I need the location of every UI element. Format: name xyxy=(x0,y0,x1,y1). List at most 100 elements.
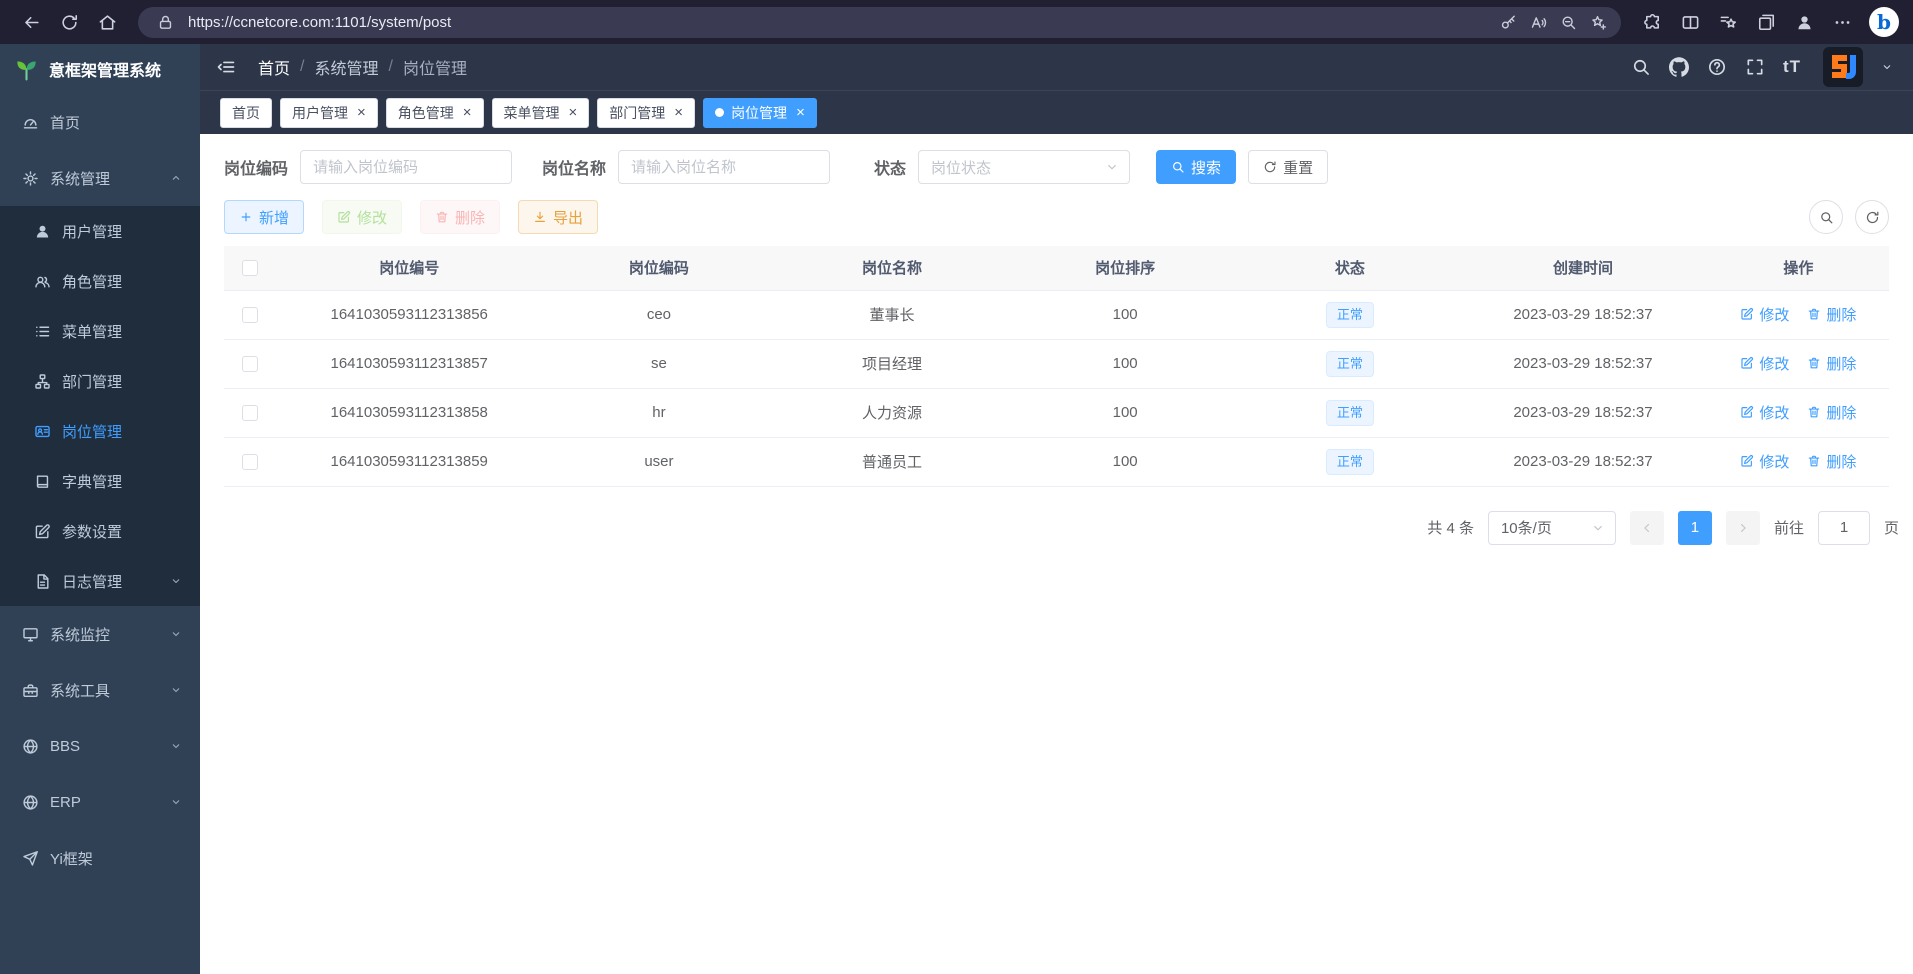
collections-icon[interactable] xyxy=(1749,5,1783,39)
row-checkbox[interactable] xyxy=(242,454,258,470)
bing-icon[interactable]: b xyxy=(1869,7,1899,37)
split-screen-icon[interactable] xyxy=(1673,5,1707,39)
sidebar-item-menu-management[interactable]: 菜单管理 xyxy=(0,306,200,356)
delete-button[interactable]: 删除 xyxy=(420,200,500,234)
operations-cell: 修改删除 xyxy=(1708,290,1889,339)
tab-close-icon[interactable]: × xyxy=(569,105,578,120)
fullscreen-icon[interactable] xyxy=(1745,57,1765,77)
sidebar-item-label: 系统监控 xyxy=(50,624,110,645)
sidebar-item-post-management[interactable]: 岗位管理 xyxy=(0,406,200,456)
refresh-icon[interactable] xyxy=(52,5,86,39)
row-checkbox[interactable] xyxy=(242,307,258,323)
tab-role-management[interactable]: 角色管理 × xyxy=(386,98,484,128)
post-code-input[interactable] xyxy=(300,150,512,184)
app-frame: 意框架管理系统 首页系统管理用户管理角色管理菜单管理部门管理岗位管理字典管理参数… xyxy=(0,44,1913,974)
row-edit-link-label: 修改 xyxy=(1759,451,1789,472)
url-text[interactable]: https://ccnetcore.com:1101/system/post xyxy=(188,14,1493,31)
home-icon[interactable] xyxy=(90,5,124,39)
sidebar-item-yi-framework[interactable]: Yi框架 xyxy=(0,830,200,886)
tab-dept-management[interactable]: 部门管理× xyxy=(597,98,695,128)
status-cell: 正常 xyxy=(1242,388,1458,437)
github-icon[interactable] xyxy=(1669,57,1689,77)
status-select[interactable]: 岗位状态 xyxy=(918,150,1130,184)
row-delete-link[interactable]: 删除 xyxy=(1807,304,1856,325)
browser-profile-icon[interactable] xyxy=(1787,5,1821,39)
page-number-button[interactable]: 1 xyxy=(1678,511,1712,545)
user-menu-caret-icon[interactable] xyxy=(1881,61,1893,73)
tab-close-icon[interactable]: × xyxy=(357,105,366,120)
status-cell: 正常 xyxy=(1242,290,1458,339)
row-edit-link-label: 修改 xyxy=(1759,304,1789,325)
reset-button[interactable]: 重置 xyxy=(1248,150,1328,184)
list-icon xyxy=(34,323,51,340)
app-logo[interactable]: 意框架管理系统 xyxy=(0,44,200,94)
row-edit-link[interactable]: 修改 xyxy=(1740,451,1789,472)
back-icon[interactable] xyxy=(14,5,48,39)
next-page-button[interactable] xyxy=(1726,511,1760,545)
tab-label: 角色管理 xyxy=(398,103,454,123)
post-name-input[interactable] xyxy=(618,150,830,184)
page-size-select[interactable]: 10条/页 xyxy=(1488,511,1616,545)
sidebar-item-role-management[interactable]: 角色管理 xyxy=(0,256,200,306)
breadcrumb-item[interactable]: 首页 xyxy=(258,55,290,79)
row-delete-link[interactable]: 删除 xyxy=(1807,353,1856,374)
tab-user-management[interactable]: 用户管理 × xyxy=(280,98,378,128)
address-bar[interactable]: https://ccnetcore.com:1101/system/post xyxy=(138,7,1621,38)
extensions-puzzle-icon[interactable] xyxy=(1635,5,1669,39)
row-edit-link[interactable]: 修改 xyxy=(1740,353,1789,374)
tab-label: 用户管理 xyxy=(292,103,348,123)
sidebar-item-dept-management[interactable]: 部门管理 xyxy=(0,356,200,406)
export-button-label: 导出 xyxy=(553,207,583,228)
sidebar-item-system-management[interactable]: 系统管理 xyxy=(0,150,200,206)
sidebar-item-log-management[interactable]: 日志管理 xyxy=(0,556,200,606)
tab-home[interactable]: 首页 xyxy=(220,98,272,128)
row-edit-link[interactable]: 修改 xyxy=(1740,304,1789,325)
goto-page-input[interactable] xyxy=(1818,511,1870,545)
saved-password-key-icon[interactable] xyxy=(1493,8,1523,36)
tab-close-icon[interactable]: × xyxy=(674,105,683,120)
active-tab-dot xyxy=(715,108,724,117)
dashboard-icon xyxy=(22,114,39,131)
user-avatar[interactable] xyxy=(1823,47,1863,87)
sidebar-item-param-settings[interactable]: 参数设置 xyxy=(0,506,200,556)
select-all-checkbox[interactable] xyxy=(242,260,258,276)
trash-icon xyxy=(1807,405,1821,419)
export-button[interactable]: 导出 xyxy=(518,200,598,234)
tab-post-management[interactable]: 岗位管理× xyxy=(703,98,817,128)
browser-menu-ellipsis-icon[interactable] xyxy=(1825,5,1859,39)
sidebar-item-erp[interactable]: ERP xyxy=(0,774,200,830)
sidebar-item-user-management[interactable]: 用户管理 xyxy=(0,206,200,256)
goto-label: 前往 xyxy=(1774,517,1804,538)
user-icon xyxy=(34,223,51,240)
edit-button[interactable]: 修改 xyxy=(322,200,402,234)
sidebar-item-dict-management[interactable]: 字典管理 xyxy=(0,456,200,506)
row-checkbox[interactable] xyxy=(242,356,258,372)
sidebar-item-system-monitor[interactable]: 系统监控 xyxy=(0,606,200,662)
tab-close-icon[interactable]: × xyxy=(796,105,805,120)
zoom-icon[interactable] xyxy=(1553,8,1583,36)
add-button[interactable]: 新增 xyxy=(224,200,304,234)
sidebar-item-bbs[interactable]: BBS xyxy=(0,718,200,774)
font-size-icon[interactable]: tT xyxy=(1783,57,1801,77)
read-aloud-icon[interactable] xyxy=(1523,8,1553,36)
refresh-table-icon[interactable] xyxy=(1855,200,1889,234)
sidebar-item-system-tools[interactable]: 系统工具 xyxy=(0,662,200,718)
site-info-lock-icon[interactable] xyxy=(150,8,180,36)
prev-page-button[interactable] xyxy=(1630,511,1664,545)
header-search-icon[interactable] xyxy=(1631,57,1651,77)
favorites-icon[interactable] xyxy=(1711,5,1745,39)
row-checkbox[interactable] xyxy=(242,405,258,421)
row-delete-link[interactable]: 删除 xyxy=(1807,451,1856,472)
log-icon xyxy=(34,573,51,590)
tab-close-icon[interactable]: × xyxy=(463,105,472,120)
row-edit-link[interactable]: 修改 xyxy=(1740,402,1789,423)
sidebar-item-home[interactable]: 首页 xyxy=(0,94,200,150)
tab-menu-management[interactable]: 菜单管理× xyxy=(492,98,590,128)
help-question-icon[interactable] xyxy=(1707,57,1727,77)
toggle-search-icon[interactable] xyxy=(1809,200,1843,234)
sidebar-collapse-icon[interactable] xyxy=(216,57,236,77)
operations-cell: 修改删除 xyxy=(1708,437,1889,486)
row-delete-link[interactable]: 删除 xyxy=(1807,402,1856,423)
add-favorite-star-icon[interactable] xyxy=(1583,8,1613,36)
search-button[interactable]: 搜索 xyxy=(1156,150,1236,184)
